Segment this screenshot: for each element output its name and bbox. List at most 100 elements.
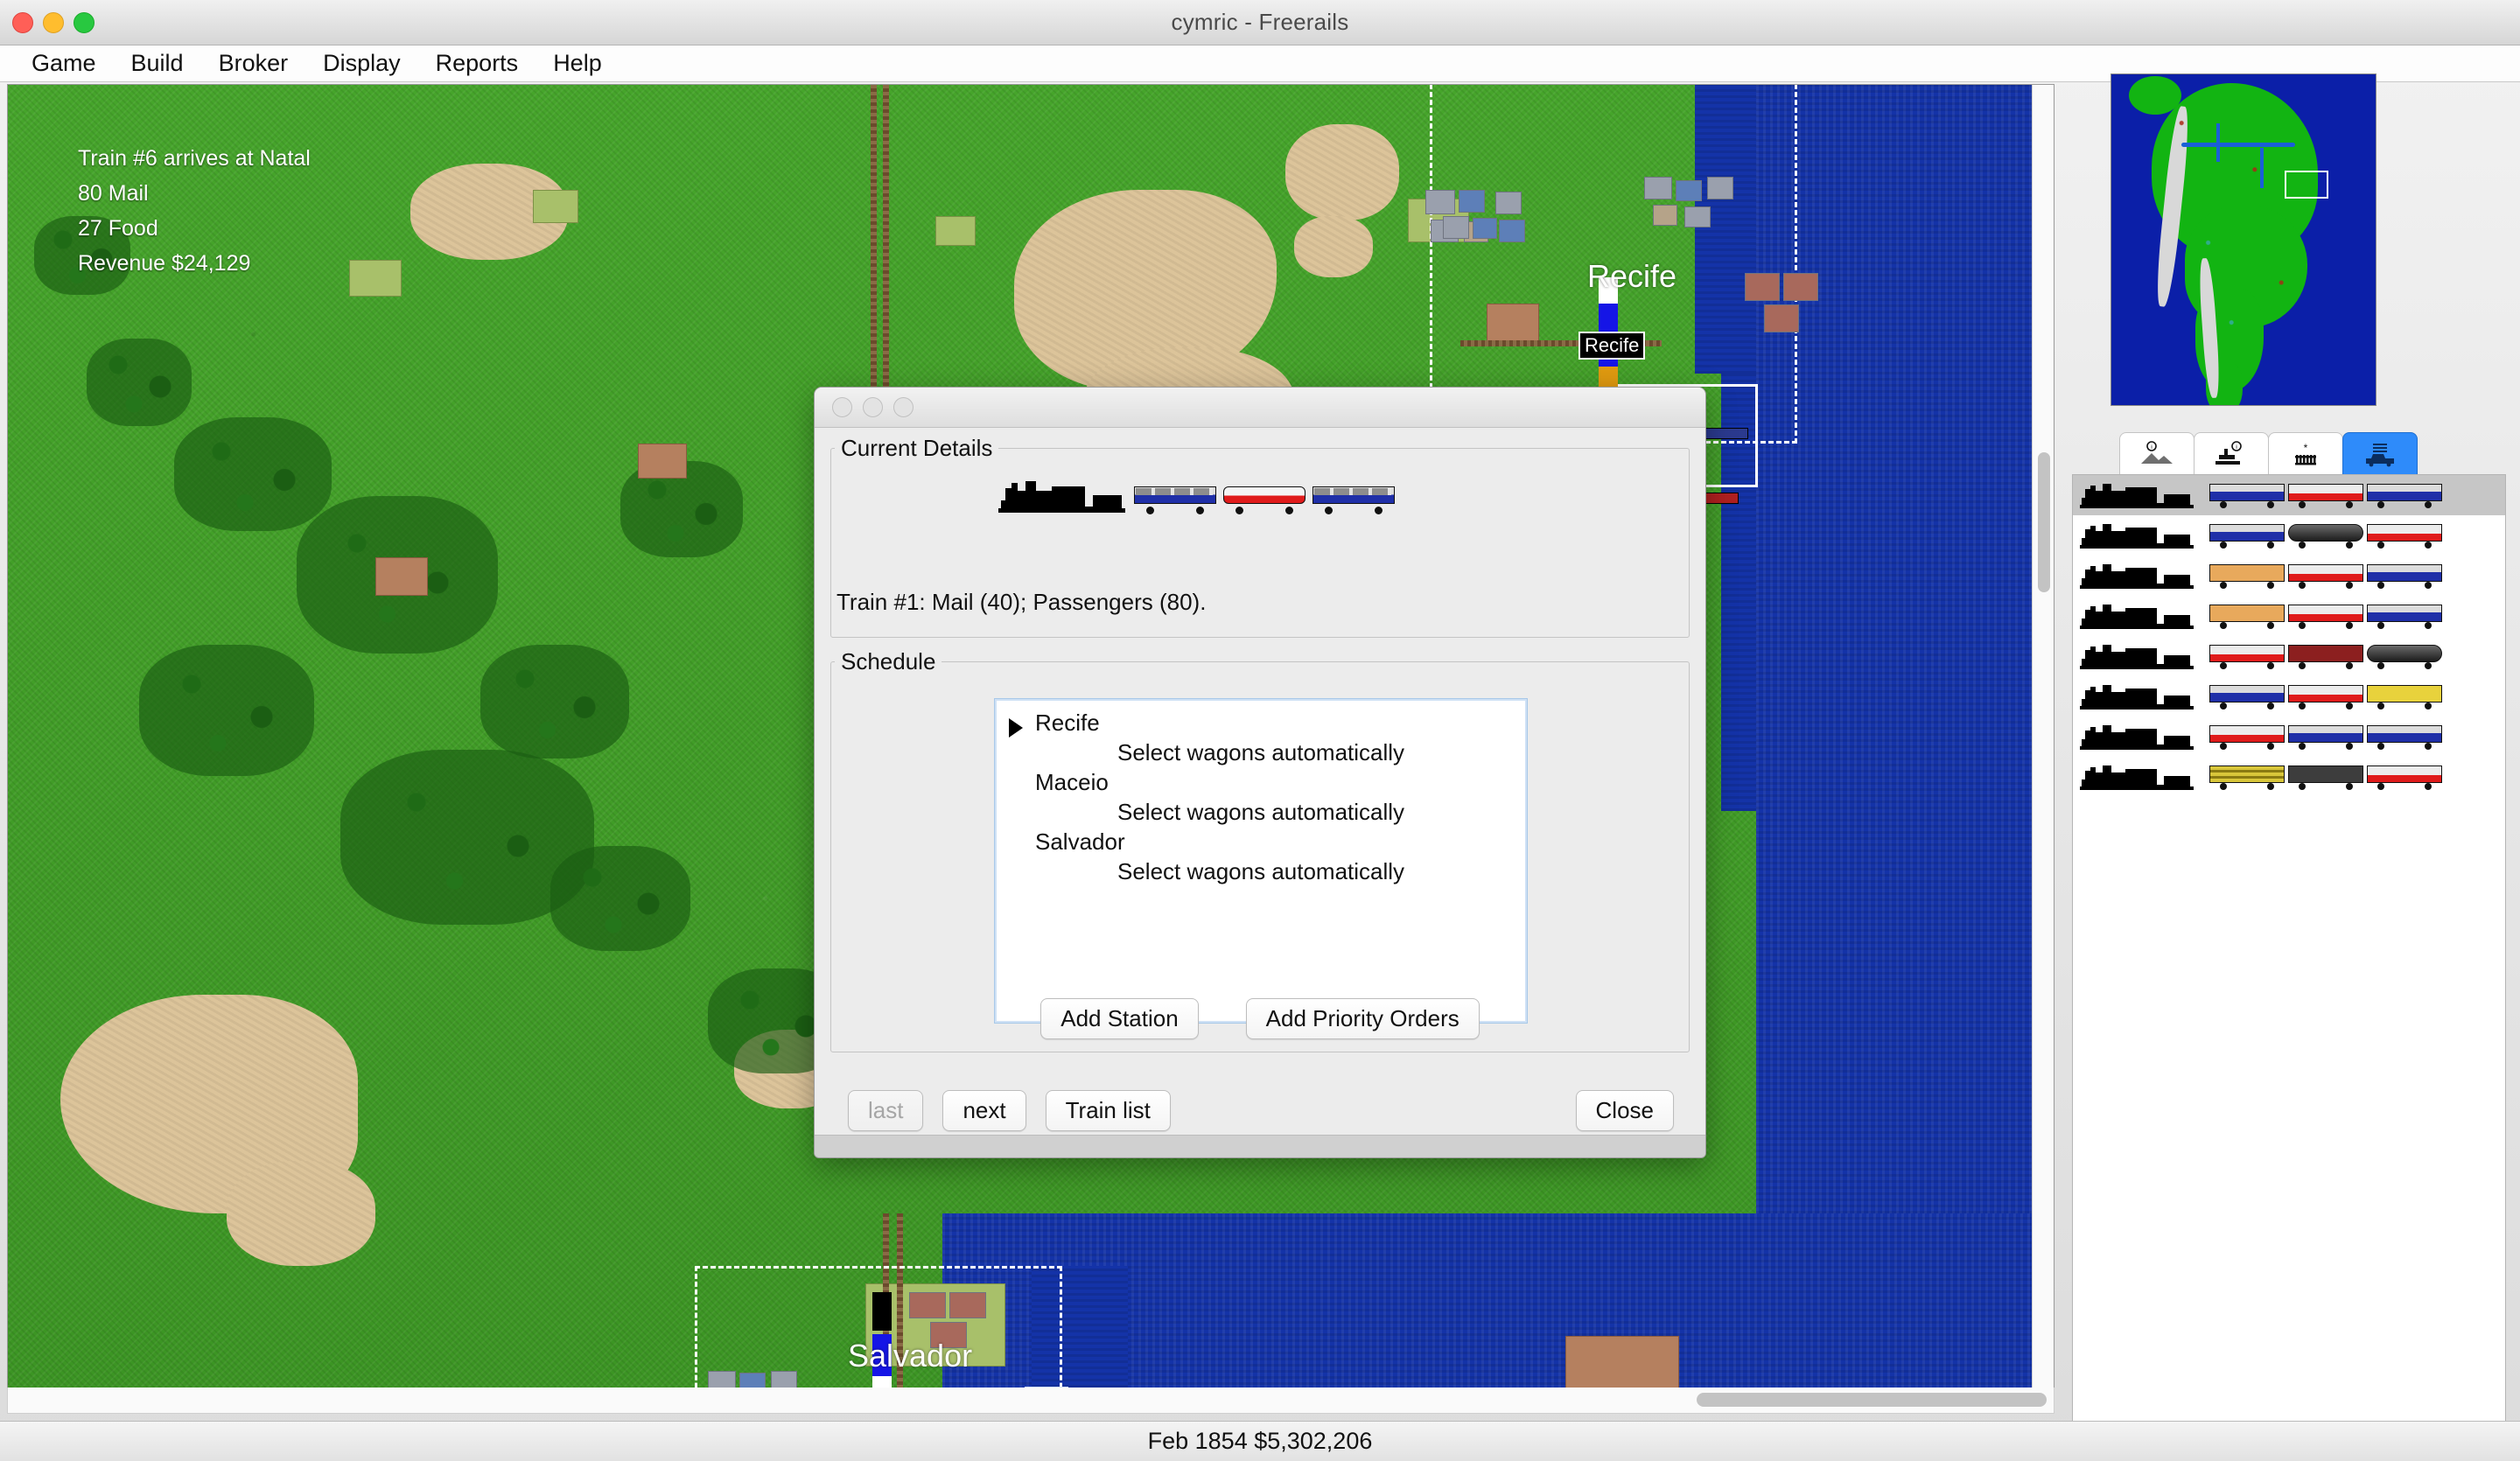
schedule-action-buttons: Add Station Add Priority Orders xyxy=(831,998,1689,1039)
dialog-body: Current Details Train #1: Mail (40); Pas… xyxy=(815,428,1705,1052)
menu-build[interactable]: Build xyxy=(114,48,201,79)
minimap-terrain-speckle xyxy=(2152,83,2318,405)
train-list-tab[interactable] xyxy=(2342,432,2418,474)
schedule-orders-row[interactable]: Select wagons automatically xyxy=(995,737,1527,767)
current-details-legend: Current Details xyxy=(841,435,993,461)
building xyxy=(1707,177,1733,199)
desert-patch-east xyxy=(1285,124,1399,220)
wagon-tanker-black xyxy=(2288,522,2363,549)
window-titlebar: cymric - Freerails xyxy=(0,0,2520,45)
menu-game[interactable]: Game xyxy=(14,48,114,79)
schedule-station-name: Salvador xyxy=(1035,828,1125,855)
train-list-panel[interactable] xyxy=(2072,474,2506,1461)
menu-display[interactable]: Display xyxy=(305,48,418,79)
wagon-mail-red xyxy=(2367,764,2442,790)
farm-plot-3 xyxy=(935,216,976,246)
wagon-hopper-darkgray xyxy=(2288,764,2363,790)
schedule-station-row[interactable]: Salvador xyxy=(995,827,1527,856)
schedule-station-row[interactable]: Maceio xyxy=(995,767,1527,797)
schedule-orders-row[interactable]: Select wagons automatically xyxy=(995,856,1527,886)
schedule-station-row[interactable]: Recife xyxy=(995,708,1527,737)
station-info-tab[interactable]: i xyxy=(2194,432,2269,474)
dialog-minimize-button[interactable] xyxy=(863,397,883,417)
train-list-button[interactable]: Train list xyxy=(1045,1090,1171,1131)
schedule-orders-row[interactable]: Select wagons automatically xyxy=(995,797,1527,827)
farm-plot-4 xyxy=(375,557,428,596)
south-america-minimap[interactable] xyxy=(2110,73,2376,406)
train-dialog[interactable]: Current Details Train #1: Mail (40); Pas… xyxy=(814,387,1706,1158)
right-panel-tabs: i i * xyxy=(2119,432,2418,474)
current-details-group: Current Details Train #1: Mail (40); Pas… xyxy=(830,435,1690,638)
terrain-info-tab[interactable]: i xyxy=(2119,432,2194,474)
map-vertical-scrollbar[interactable] xyxy=(2032,85,2054,1395)
building xyxy=(1459,190,1485,213)
wagon-passenger-blue xyxy=(2209,482,2285,508)
maximize-window-button[interactable] xyxy=(74,12,94,33)
close-dialog-button[interactable]: Close xyxy=(1575,1090,1674,1131)
add-station-button[interactable]: Add Station xyxy=(1040,998,1199,1039)
wagon-mail-red xyxy=(2209,724,2285,750)
minimap-viewport-rect[interactable] xyxy=(2285,171,2328,199)
map-horizontal-scrollbar[interactable] xyxy=(7,1388,2054,1414)
wagon-tanker-black xyxy=(2367,643,2442,669)
desert-patch-n3 xyxy=(1294,216,1373,277)
window-traffic-lights xyxy=(12,12,94,33)
dialog-titlebar xyxy=(815,388,1705,428)
train-list-row[interactable] xyxy=(2073,636,2505,676)
schedule-content: Recife Select wagons automatically Macei… xyxy=(831,675,1689,1052)
building xyxy=(1644,177,1672,199)
train-list-row[interactable] xyxy=(2073,596,2505,636)
train-list-row[interactable] xyxy=(2073,676,2505,717)
train-list-row[interactable] xyxy=(2073,515,2505,556)
message-line: 27 Food xyxy=(78,216,158,241)
wagon-mail-red xyxy=(2367,522,2442,549)
wagon-ore-gondola-brown xyxy=(2288,643,2363,669)
menu-broker[interactable]: Broker xyxy=(201,48,306,79)
dialog-maximize-button[interactable] xyxy=(893,397,914,417)
statusbar-text: Feb 1854 $5,302,206 xyxy=(1147,1428,1373,1454)
station-marker-black xyxy=(872,1292,892,1331)
current-order-arrow-icon xyxy=(1009,718,1023,737)
wagon-passenger-blue xyxy=(2209,683,2285,710)
close-window-button[interactable] xyxy=(12,12,33,33)
dialog-resize-strip[interactable] xyxy=(815,1135,1705,1157)
statusbar: Feb 1854 $5,302,206 xyxy=(0,1421,2520,1461)
locomotive-icon xyxy=(2076,521,2206,550)
factory-building xyxy=(1764,304,1799,332)
next-train-button[interactable]: next xyxy=(942,1090,1026,1131)
wagon-mail-red xyxy=(2288,563,2363,589)
farm-plot-5 xyxy=(638,444,687,479)
build-track-tab[interactable]: * xyxy=(2268,432,2343,474)
train-list-row[interactable] xyxy=(2073,475,2505,515)
train-list-row[interactable] xyxy=(2073,757,2505,797)
farm-plot-1 xyxy=(349,260,402,297)
map-vertical-scroll-thumb[interactable] xyxy=(2038,452,2050,592)
locomotive-icon xyxy=(2076,762,2206,792)
minimize-window-button[interactable] xyxy=(43,12,64,33)
station-label-recife: Recife xyxy=(1578,332,1646,360)
last-train-button[interactable]: last xyxy=(848,1090,924,1131)
dialog-close-button[interactable] xyxy=(832,397,852,417)
forest-clump-2 xyxy=(174,417,332,531)
schedule-group: Schedule Recife Select wagons automatica… xyxy=(830,648,1690,1052)
svg-text:*: * xyxy=(2304,442,2308,454)
desert-patch-sw2 xyxy=(227,1161,375,1266)
svg-text:i: i xyxy=(2151,444,2152,451)
wagon-flatcar-yellow xyxy=(2367,683,2442,710)
menu-reports[interactable]: Reports xyxy=(418,48,536,79)
wagon-passenger-blue xyxy=(1312,483,1395,514)
train-list-row[interactable] xyxy=(2073,556,2505,596)
factory-building xyxy=(949,1292,986,1318)
menu-help[interactable]: Help xyxy=(536,48,620,79)
map-horizontal-scroll-thumb[interactable] xyxy=(1697,1393,2047,1407)
building xyxy=(1495,192,1522,214)
train-list-row[interactable] xyxy=(2073,717,2505,757)
city-label-salvador: Salvador xyxy=(848,1338,973,1374)
window-title: cymric - Freerails xyxy=(1171,9,1349,35)
train-consist-preview xyxy=(994,479,1395,514)
locomotive-icon xyxy=(2076,641,2206,671)
schedule-list[interactable]: Recife Select wagons automatically Macei… xyxy=(994,698,1528,1024)
locomotive-icon xyxy=(2076,480,2206,510)
add-priority-orders-button[interactable]: Add Priority Orders xyxy=(1245,998,1480,1039)
wagon-mail-red xyxy=(2209,643,2285,669)
